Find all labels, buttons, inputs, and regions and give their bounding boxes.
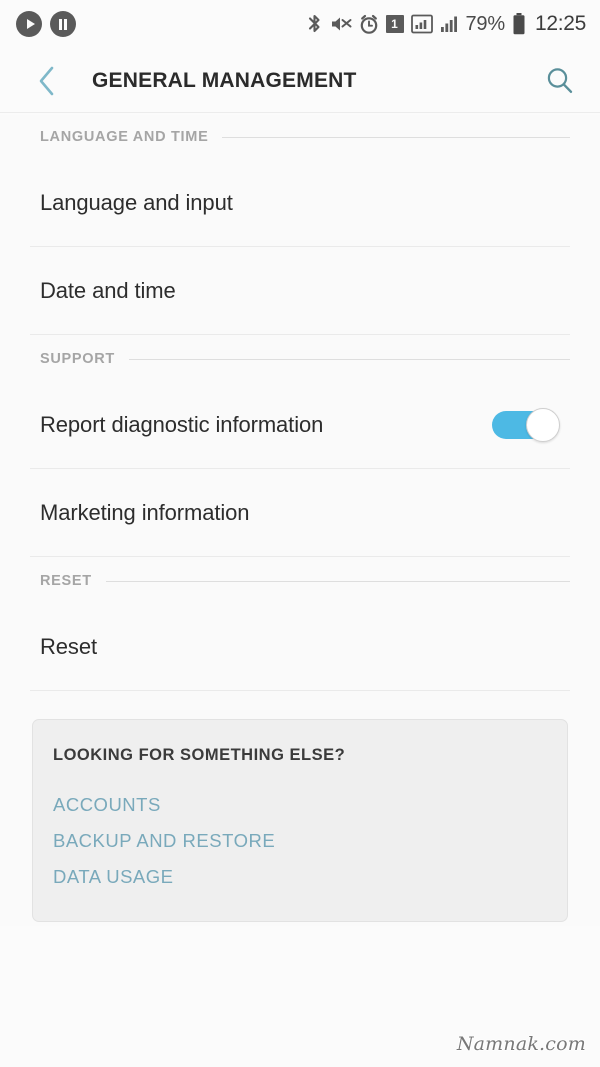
battery-percent-label: 79% — [465, 12, 506, 35]
app-bar: GENERAL MANAGEMENT — [0, 48, 600, 113]
settings-item-report-diagnostic-information[interactable]: Report diagnostic information — [0, 381, 600, 469]
status-bar-left-icons — [16, 11, 76, 37]
section-header-rule — [222, 136, 570, 138]
media-play-icon — [16, 11, 42, 37]
section-header-label: RESET — [40, 573, 92, 589]
settings-item-date-and-time[interactable]: Date and time — [0, 247, 600, 335]
card-link-accounts[interactable]: ACCOUNTS — [53, 787, 567, 823]
settings-item-label: Marketing information — [40, 500, 250, 525]
section-header-label: SUPPORT — [40, 351, 115, 367]
signal-sim1-icon — [410, 14, 433, 34]
signal-sim2-icon — [440, 14, 458, 34]
settings-item-reset[interactable]: Reset — [0, 603, 600, 691]
battery-icon — [512, 12, 526, 36]
list-divider — [30, 690, 570, 691]
settings-screen: 1 79% 12:25 GENERAL MANAGEMENT LANGUAGE … — [0, 0, 600, 1067]
card-title: LOOKING FOR SOMETHING ELSE? — [53, 746, 346, 764]
list-divider — [30, 334, 570, 335]
app-bar-divider — [0, 112, 600, 113]
section-header-reset: RESET — [0, 559, 600, 603]
page-title: GENERAL MANAGEMENT — [92, 68, 357, 92]
back-button[interactable] — [30, 64, 64, 98]
settings-item-language-and-input[interactable]: Language and input — [0, 159, 600, 247]
looking-for-something-else-card: LOOKING FOR SOMETHING ELSE? ACCOUNTS BAC… — [32, 719, 568, 922]
card-links: ACCOUNTS BACKUP AND RESTORE DATA USAGE — [53, 787, 567, 895]
alarm-clock-icon — [359, 14, 379, 35]
status-bar-right-icons: 1 79% 12:25 — [306, 12, 586, 36]
settings-item-label: Report diagnostic information — [40, 412, 324, 437]
card-link-data-usage[interactable]: DATA USAGE — [53, 859, 567, 895]
settings-item-label: Date and time — [40, 278, 176, 303]
status-bar-clock: 12:25 — [534, 12, 586, 35]
toggle-knob — [526, 408, 560, 442]
watermark: Namnak.com — [456, 1033, 586, 1055]
card-link-backup-and-restore[interactable]: BACKUP AND RESTORE — [53, 823, 567, 859]
report-diagnostic-information-toggle[interactable] — [492, 408, 560, 442]
section-header-language-and-time: LANGUAGE AND TIME — [0, 115, 600, 159]
sound-mute-icon — [330, 14, 352, 34]
settings-item-marketing-information[interactable]: Marketing information — [0, 469, 600, 557]
list-divider — [30, 556, 570, 557]
settings-item-label: Reset — [40, 634, 97, 659]
search-icon[interactable] — [542, 63, 578, 99]
section-header-support: SUPPORT — [0, 337, 600, 381]
settings-list: LANGUAGE AND TIME Language and input Dat… — [0, 115, 600, 926]
section-header-label: LANGUAGE AND TIME — [40, 129, 209, 145]
bluetooth-icon — [306, 13, 323, 35]
section-header-rule — [105, 580, 570, 582]
sim-1-icon: 1 — [385, 15, 404, 33]
status-bar: 1 79% 12:25 — [0, 0, 600, 48]
media-pause-icon — [50, 11, 76, 37]
section-header-rule — [129, 358, 570, 360]
settings-item-label: Language and input — [40, 190, 233, 215]
